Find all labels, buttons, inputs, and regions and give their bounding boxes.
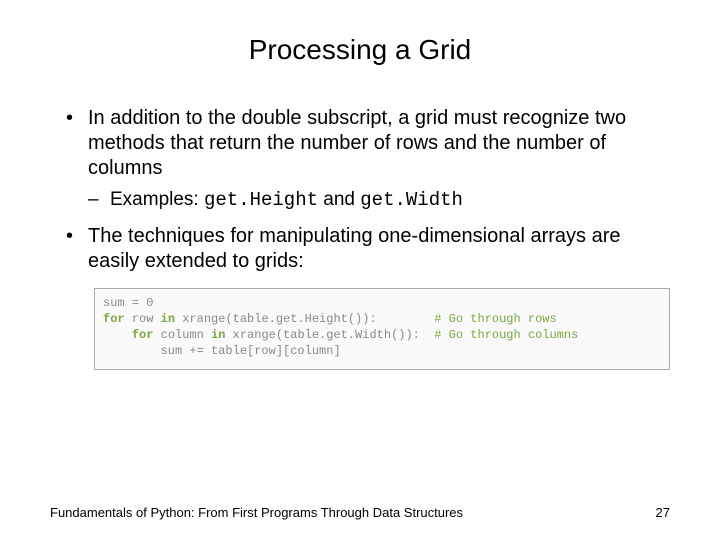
kw-in-1: in bbox=[161, 312, 175, 326]
bullet-1-text: In addition to the double subscript, a g… bbox=[88, 107, 626, 179]
kw-for-2: for bbox=[132, 328, 154, 342]
bullet-2: The techniques for manipulating one-dime… bbox=[66, 224, 670, 371]
footer-text: Fundamentals of Python: From First Progr… bbox=[50, 505, 463, 520]
bullet-2-text: The techniques for manipulating one-dime… bbox=[88, 225, 621, 272]
slide: Processing a Grid In addition to the dou… bbox=[0, 0, 720, 540]
code-l2a: row bbox=[125, 312, 161, 326]
code-l4: sum += table[row][column] bbox=[103, 344, 341, 358]
kw-for-1: for bbox=[103, 312, 125, 326]
code-getwidth: get.Width bbox=[360, 189, 463, 211]
slide-title: Processing a Grid bbox=[50, 34, 670, 66]
code-getheight: get.Height bbox=[204, 189, 318, 211]
page-number: 27 bbox=[656, 505, 670, 520]
code-block: sum = 0 for row in xrange(table.get.Heig… bbox=[94, 288, 670, 371]
bullet-1: In addition to the double subscript, a g… bbox=[66, 106, 670, 214]
code-l3b: xrange(table.get.Width()): bbox=[225, 328, 434, 342]
bullet-1-sub: Examples: get.Height and get.Width bbox=[88, 187, 670, 214]
code-l2b: xrange(table.get.Height()): bbox=[175, 312, 434, 326]
sub-and: and bbox=[318, 189, 360, 210]
sub-prefix: Examples: bbox=[110, 189, 204, 210]
code-l1: sum = 0 bbox=[103, 296, 153, 310]
bullet-list: In addition to the double subscript, a g… bbox=[50, 106, 670, 370]
footer: Fundamentals of Python: From First Progr… bbox=[50, 505, 670, 520]
comment-2: # Go through columns bbox=[434, 328, 578, 342]
kw-in-2: in bbox=[211, 328, 225, 342]
sub-list: Examples: get.Height and get.Width bbox=[88, 187, 670, 214]
comment-1: # Go through rows bbox=[434, 312, 556, 326]
code-l3a: column bbox=[153, 328, 211, 342]
code-l3pad bbox=[103, 328, 132, 342]
